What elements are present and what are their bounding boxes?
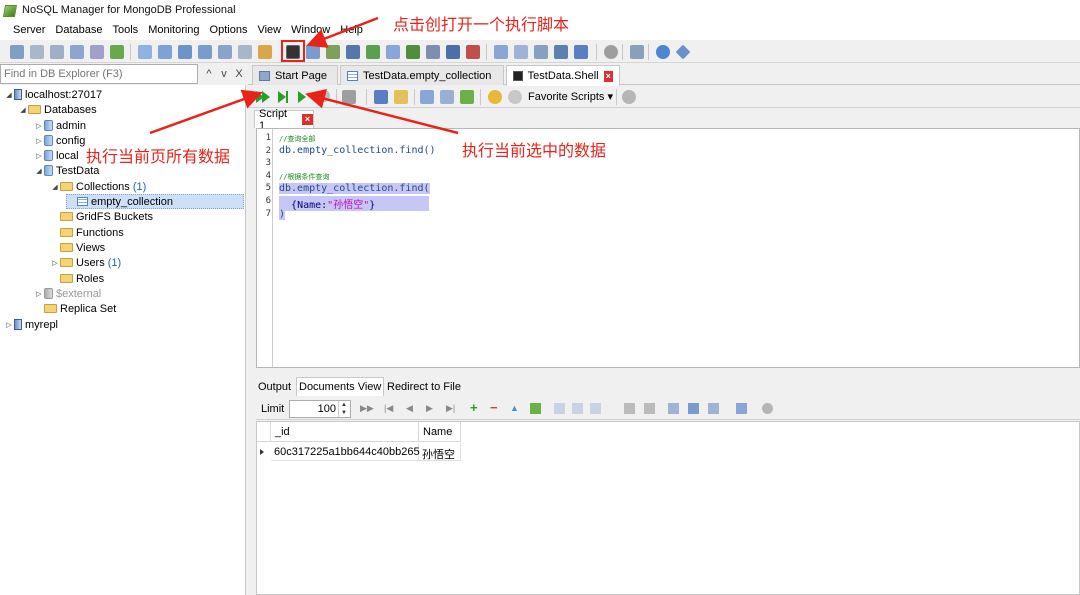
- arrow-to-run-selected: [305, 89, 459, 135]
- app-window: NoSQL Manager for MongoDB Professional S…: [0, 0, 1080, 595]
- arrow-to-run-all: [149, 89, 263, 135]
- arrow-to-shell-icon: [306, 16, 379, 48]
- annotation-arrows: [149, 16, 459, 135]
